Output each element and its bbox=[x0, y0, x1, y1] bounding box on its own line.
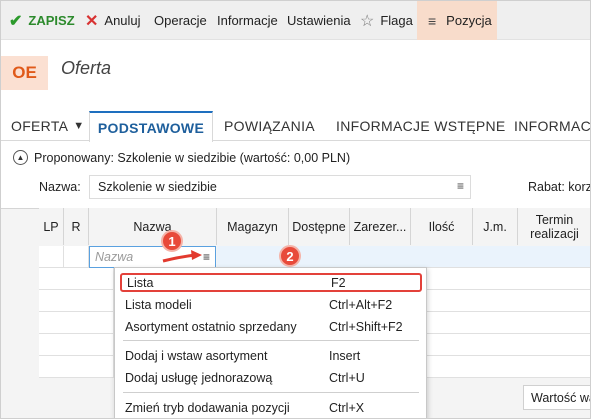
column-header-termin[interactable]: Termin realizacji bbox=[518, 208, 590, 245]
menu-item-label: Zmień tryb dodawania pozycji bbox=[125, 401, 290, 415]
proposal-section: ▲ Proponowany: Szkolenie w siedzibie (wa… bbox=[13, 150, 350, 165]
table-cell[interactable] bbox=[39, 246, 64, 268]
tab-podstawowe[interactable]: PODSTAWOWE bbox=[89, 111, 213, 142]
cancel-button[interactable]: ✕ Anuluj bbox=[85, 1, 141, 40]
column-header-dostepne[interactable]: Dostępne bbox=[289, 208, 350, 245]
menu-separator bbox=[123, 392, 419, 393]
menu-item-label: Dodaj usługę jednorazową bbox=[125, 371, 273, 385]
context-menu: Lista F2 Lista modeli Ctrl+Alt+F2 Asorty… bbox=[114, 267, 427, 418]
column-header-ilosc[interactable]: Ilość bbox=[411, 208, 473, 245]
table-cell[interactable] bbox=[427, 312, 590, 334]
tab-informacje[interactable]: INFORMACJE bbox=[514, 111, 590, 141]
table-cell[interactable] bbox=[427, 356, 590, 378]
table-cell[interactable] bbox=[64, 246, 89, 268]
menu-item-lista-modeli[interactable]: Lista modeli Ctrl+Alt+F2 bbox=[120, 295, 422, 315]
hamburger-icon: ≡ bbox=[428, 12, 437, 29]
name-label: Nazwa: bbox=[39, 180, 81, 194]
menu-item-shortcut: Ctrl+Shift+F2 bbox=[329, 320, 403, 334]
table-cell[interactable] bbox=[427, 290, 590, 312]
save-button[interactable]: ✔ ZAPISZ bbox=[9, 1, 75, 40]
column-header-r[interactable]: R bbox=[64, 208, 89, 245]
menu-item-lista[interactable]: Lista F2 bbox=[120, 273, 422, 292]
chevron-down-icon: ▼ bbox=[73, 120, 85, 132]
menu-item-dodaj-wstaw[interactable]: Dodaj i wstaw asortyment Insert bbox=[120, 346, 422, 366]
column-header-nazwa[interactable]: Nazwa bbox=[89, 208, 217, 245]
table-row[interactable] bbox=[217, 246, 590, 268]
tab-informacje-wstepne[interactable]: INFORMACJE WSTĘPNE bbox=[336, 111, 506, 141]
table-cell[interactable] bbox=[39, 290, 114, 312]
menu-item-dodaj-usluge[interactable]: Dodaj usługę jednorazową Ctrl+U bbox=[120, 368, 422, 388]
save-label: ZAPISZ bbox=[28, 13, 75, 28]
table-cell[interactable] bbox=[39, 312, 114, 334]
callout-badge-1: 1 bbox=[161, 230, 183, 252]
star-icon: ☆ bbox=[360, 12, 375, 30]
menu-item-label: Dodaj i wstaw asortyment bbox=[125, 349, 268, 363]
menu-item-zmien-tryb[interactable]: Zmień tryb dodawania pozycji Ctrl+X bbox=[120, 398, 422, 418]
menu-item-shortcut: Ctrl+Alt+F2 bbox=[329, 298, 393, 312]
table-cell[interactable] bbox=[427, 268, 590, 290]
name-value: Szkolenie w siedzibie bbox=[98, 180, 217, 194]
tab-oferta-label: OFERTA bbox=[11, 118, 69, 134]
position-button[interactable]: ≡ Pozycja bbox=[417, 1, 497, 40]
menu-item-label: Asortyment ostatnio sprzedany bbox=[125, 320, 297, 334]
column-header-lp[interactable]: LP bbox=[39, 208, 64, 245]
hamburger-icon[interactable]: ≡ bbox=[203, 250, 210, 264]
table-cell[interactable] bbox=[39, 356, 114, 378]
name-field[interactable]: Szkolenie w siedzibie ≡ bbox=[89, 175, 471, 199]
operations-menu[interactable]: Operacje bbox=[154, 1, 207, 40]
menu-item-shortcut: Ctrl+X bbox=[329, 401, 365, 415]
menu-separator bbox=[123, 340, 419, 341]
menu-item-asortyment-ostatnio[interactable]: Asortyment ostatnio sprzedany Ctrl+Shift… bbox=[120, 317, 422, 337]
menu-item-label: Lista bbox=[127, 275, 154, 290]
value-summary: Wartość wa bbox=[523, 385, 590, 410]
hamburger-icon[interactable]: ≡ bbox=[457, 179, 464, 193]
column-header-jm[interactable]: J.m. bbox=[473, 208, 518, 245]
column-header-magazyn[interactable]: Magazyn bbox=[217, 208, 289, 245]
callout-badge-2: 2 bbox=[279, 245, 301, 267]
menu-item-shortcut: Ctrl+U bbox=[329, 371, 365, 385]
x-icon: ✕ bbox=[85, 12, 99, 30]
tab-powiazania[interactable]: POWIĄZANIA bbox=[224, 111, 315, 141]
menu-item-label: Lista modeli bbox=[125, 298, 192, 312]
arrow-icon bbox=[162, 250, 202, 263]
table-cell[interactable] bbox=[39, 268, 114, 290]
flag-button[interactable]: ☆ Flaga bbox=[360, 1, 413, 40]
tab-bar: OFERTA ▼ PODSTAWOWE POWIĄZANIA INFORMACJ… bbox=[1, 111, 590, 142]
window: ✔ ZAPISZ ✕ Anuluj Operacje Informacje Us… bbox=[0, 0, 591, 419]
menu-item-shortcut: F2 bbox=[331, 275, 346, 290]
info-menu[interactable]: Informacje bbox=[217, 1, 278, 40]
page-title: Oferta bbox=[61, 58, 112, 78]
check-icon: ✔ bbox=[9, 12, 23, 30]
flag-label: Flaga bbox=[380, 13, 413, 28]
collapse-icon[interactable]: ▲ bbox=[13, 150, 28, 165]
settings-menu[interactable]: Ustawienia bbox=[287, 1, 351, 40]
menu-item-shortcut: Insert bbox=[329, 349, 361, 363]
tab-oferta[interactable]: OFERTA ▼ bbox=[11, 111, 84, 141]
name-cell-placeholder: Nazwa bbox=[95, 250, 134, 264]
table-cell[interactable] bbox=[427, 334, 590, 356]
document-logo: OE bbox=[1, 56, 48, 90]
column-header-zarezerwowane[interactable]: Zarezer... bbox=[350, 208, 411, 245]
toolbar: ✔ ZAPISZ ✕ Anuluj Operacje Informacje Us… bbox=[1, 1, 590, 40]
table-cell[interactable] bbox=[39, 334, 114, 356]
cancel-label: Anuluj bbox=[104, 13, 141, 28]
position-label: Pozycja bbox=[446, 13, 492, 28]
proposal-text: Proponowany: Szkolenie w siedzibie (wart… bbox=[34, 150, 351, 165]
rabat-label: Rabat: korzyst bbox=[528, 180, 590, 194]
